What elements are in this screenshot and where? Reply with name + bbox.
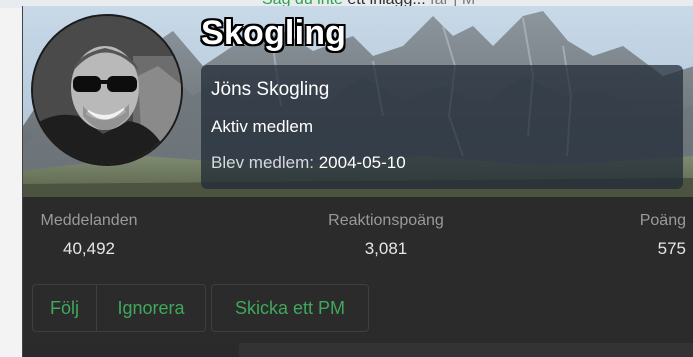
send-pm-button[interactable]: Skicka ett PM (211, 284, 369, 332)
avatar-photo (33, 16, 181, 164)
stat-points-label: Poäng (639, 212, 686, 229)
member-info-box: Jöns Skogling Aktiv medlem Blev medlem: … (201, 65, 683, 189)
ignore-button[interactable]: Ignorera (97, 285, 205, 331)
member-tooltip-card: Skogling Jöns Skogling Aktiv medlem Blev… (22, 6, 693, 357)
card-footer-dark (23, 343, 239, 357)
member-stats: Meddelanden 40,492 Reaktionspoäng 3,081 … (23, 197, 693, 279)
stat-points[interactable]: Poäng 575 (616, 211, 686, 260)
stat-messages[interactable]: Meddelanden 40,492 (33, 211, 145, 260)
stat-messages-label: Meddelanden (40, 212, 138, 229)
stat-reactions-value: 3,081 (364, 239, 408, 258)
member-joined: Blev medlem: 2004-05-10 (211, 152, 673, 174)
card-footer-strip (23, 343, 693, 357)
joined-label: Blev medlem: (211, 153, 314, 172)
follow-ignore-group: Följ Ignorera (32, 284, 206, 332)
avatar[interactable] (31, 14, 183, 166)
member-title: Aktiv medlem (211, 117, 314, 136)
member-full-name: Jöns Skogling (211, 79, 330, 100)
tooltip-pointer (115, 335, 135, 345)
follow-button[interactable]: Följ (33, 285, 97, 331)
stat-messages-value: 40,492 (63, 239, 115, 258)
profile-banner: Skogling Jöns Skogling Aktiv medlem Blev… (23, 6, 693, 197)
stat-reactions: Reaktionspoäng 3,081 (311, 211, 461, 260)
member-username[interactable]: Skogling (201, 14, 346, 53)
joined-date: 2004-05-10 (318, 153, 406, 172)
stat-reactions-label: Reaktionspoäng (328, 212, 444, 229)
stat-points-value: 575 (657, 239, 686, 258)
